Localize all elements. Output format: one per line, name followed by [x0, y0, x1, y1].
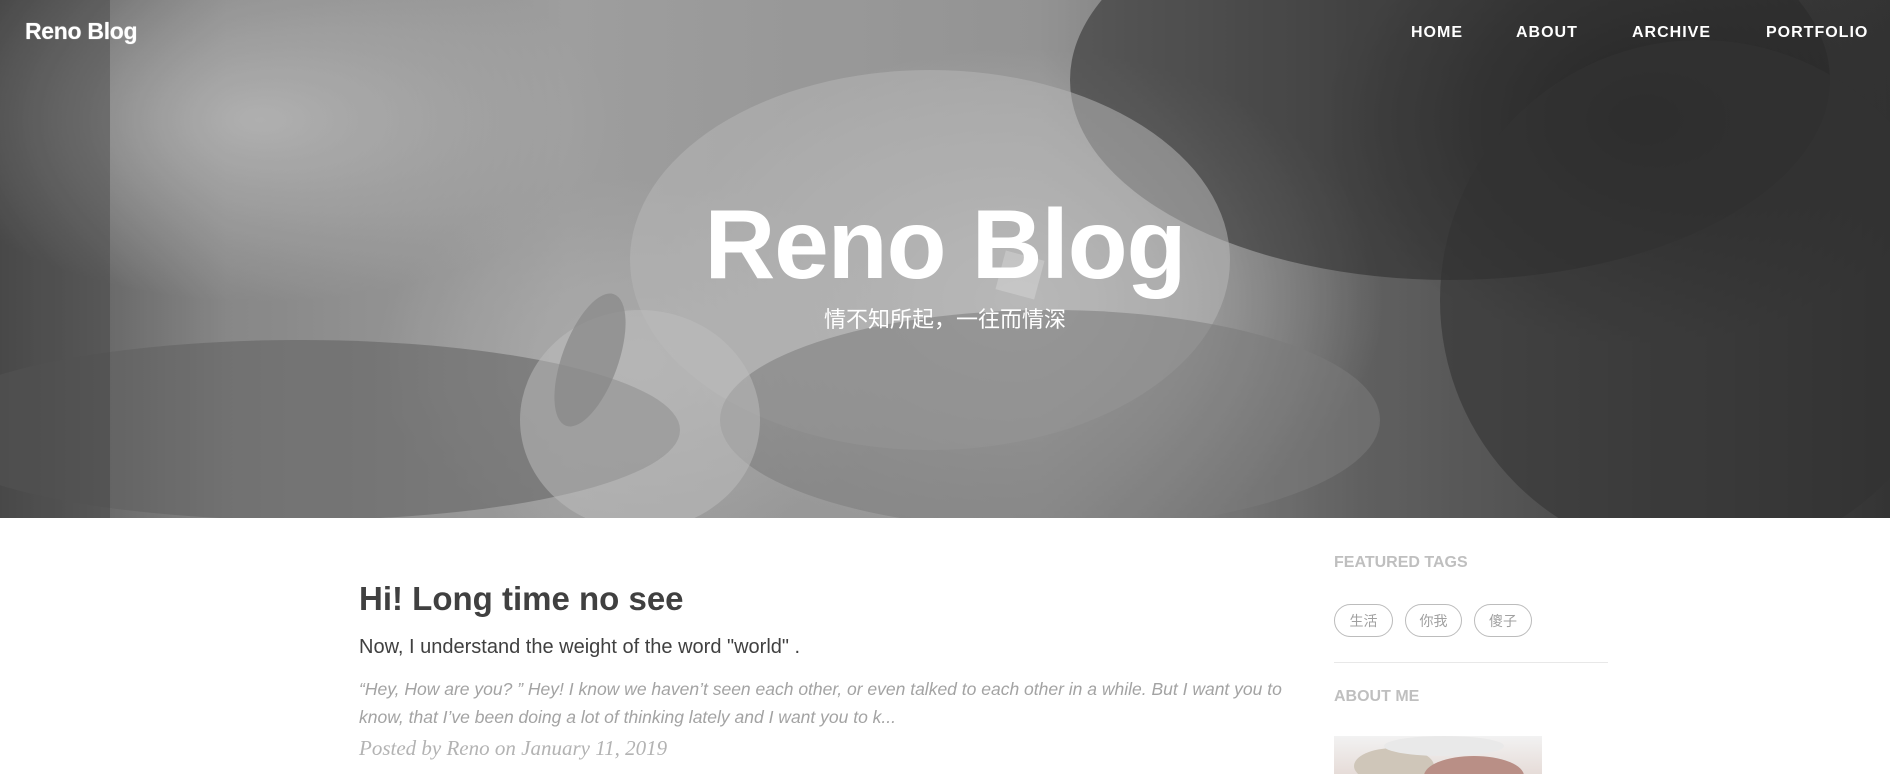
nav-link-portfolio[interactable]: PORTFOLIO [1766, 24, 1868, 42]
hero-header: Reno Blog HOME ABOUT ARCHIVE PORTFOLIO R… [0, 0, 1890, 518]
navbar-brand[interactable]: Reno Blog [25, 18, 138, 45]
nav-link-about[interactable]: ABOUT [1516, 24, 1578, 42]
post-excerpt[interactable]: “Hey, How are you? ” Hey! I know we have… [359, 675, 1289, 731]
tag-life[interactable]: 生活 [1334, 604, 1393, 637]
about-me-heading: ABOUT ME [1334, 688, 1420, 705]
nav-link-home[interactable]: HOME [1411, 24, 1463, 42]
tag-you-and-me[interactable]: 你我 [1405, 604, 1462, 637]
site-heading: Reno Blog [704, 189, 1187, 299]
post-title-link[interactable]: Hi! Long time no see [359, 580, 684, 618]
post-meta: Posted by Reno on January 11, 2019 [359, 736, 668, 760]
post-subtitle[interactable]: Now, I understand the weight of the word… [359, 636, 800, 659]
tag-silly[interactable]: 傻子 [1474, 604, 1532, 637]
about-me-avatar [1334, 736, 1542, 774]
nav-link-archive[interactable]: ARCHIVE [1632, 24, 1711, 42]
featured-tags-heading: FEATURED TAGS [1334, 554, 1468, 571]
sidebar-divider [1334, 662, 1608, 663]
site-subheading: 情不知所起，一往而情深 [823, 308, 1066, 333]
